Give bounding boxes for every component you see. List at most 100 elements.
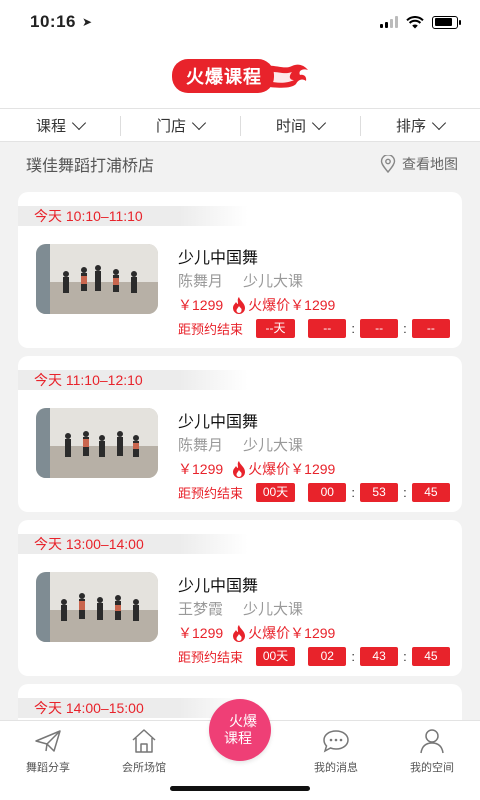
countdown-seconds: 45 [411, 646, 450, 666]
class-photo [36, 244, 158, 314]
filter-sort-label: 排序 [395, 117, 426, 135]
session-card[interactable]: 今天 10:10–11:10 少儿中国舞 陈舞月 少儿大课 ￥1299 火爆价 … [18, 192, 462, 348]
status-bar: 10:16 ➤ [0, 0, 480, 44]
fire-icon [233, 625, 246, 642]
countdown-hours: 02 [308, 646, 347, 666]
countdown-separator: : [351, 484, 355, 500]
original-price: ￥1299 [178, 625, 224, 641]
tab-venue-label: 会所场馆 [122, 762, 166, 774]
countdown-label: 距预约结束 [178, 321, 244, 337]
countdown-days: 00天 [256, 646, 295, 666]
chevron-down-icon [71, 115, 87, 130]
session-info: 少儿中国舞 陈舞月 少儿大课 ￥1299 火爆价 ￥1299 距预约结束 00天… [178, 408, 450, 502]
filter-sort[interactable]: 排序 [360, 109, 480, 141]
hot-price-label: 火爆价 [248, 625, 291, 641]
price-row: ￥1299 火爆价 ￥1299 [178, 294, 450, 316]
course-name: 少儿中国舞 [178, 578, 259, 595]
countdown-seconds: 45 [411, 482, 450, 502]
chevron-down-icon [311, 115, 327, 130]
signal-icon [380, 16, 398, 28]
session-meta: 王梦霞 少儿大课 [178, 598, 450, 620]
session-meta: 陈舞月 少儿大课 [178, 270, 450, 292]
hot-price: ￥1299 [290, 625, 336, 641]
app-screen: 10:16 ➤ 火爆课程 课程 门店 时间 排序 璞佳舞蹈打浦桥店 查看地图 今… [0, 0, 480, 800]
view-map-label: 查看地图 [402, 156, 458, 172]
filter-course-label: 课程 [35, 117, 66, 135]
teacher-name: 王梦霞 [178, 601, 224, 618]
filter-course[interactable]: 课程 [0, 109, 120, 141]
store-row: 璞佳舞蹈打浦桥店 查看地图 [0, 142, 480, 186]
countdown-label: 距预约结束 [178, 485, 244, 501]
wifi-icon [406, 15, 424, 28]
class-photo [36, 408, 158, 478]
chevron-down-icon [431, 115, 447, 130]
countdown-separator: : [351, 320, 355, 336]
fire-icon [233, 461, 246, 478]
countdown-separator: : [403, 484, 407, 500]
page-header: 火爆课程 [0, 44, 480, 108]
countdown-separator: : [403, 648, 407, 664]
home-icon [132, 729, 156, 753]
filter-time-label: 时间 [275, 117, 306, 135]
chevron-down-icon [191, 115, 207, 130]
user-icon [420, 729, 444, 754]
session-time: 今天 11:10–12:10 [18, 370, 248, 390]
view-map-link[interactable]: 查看地图 [380, 154, 458, 174]
hot-price: ￥1299 [290, 461, 336, 477]
teacher-name: 陈舞月 [178, 437, 224, 454]
session-card[interactable]: 今天 13:00–14:00 少儿中国舞 王梦霞 少儿大课 ￥1299 火爆价 … [18, 520, 462, 676]
hot-price: ￥1299 [290, 297, 336, 313]
price-row: ￥1299 火爆价 ￥1299 [178, 458, 450, 480]
hot-price-label: 火爆价 [248, 461, 291, 477]
booking-countdown: 距预约结束 00天 02 : 43 : 45 [178, 646, 450, 666]
tab-dance-share[interactable]: 舞蹈分享 [0, 721, 96, 800]
teacher-name: 陈舞月 [178, 273, 224, 290]
countdown-days: 00天 [256, 482, 295, 502]
hot-courses-line2: 课程 [224, 730, 252, 746]
countdown-minutes: 53 [359, 482, 399, 502]
status-time: 10:16 [30, 12, 76, 31]
course-name: 少儿中国舞 [178, 250, 259, 267]
logo-text: 火爆课程 [172, 59, 274, 93]
tab-my-space[interactable]: 我的空间 [384, 721, 480, 800]
session-info: 少儿中国舞 陈舞月 少儿大课 ￥1299 火爆价 ￥1299 距预约结束 --天… [178, 244, 450, 338]
battery-icon [432, 15, 461, 29]
countdown-separator: : [403, 320, 407, 336]
countdown-hours: 00 [308, 482, 347, 502]
location-arrow-icon: ➤ [81, 15, 93, 29]
countdown-separator: : [351, 648, 355, 664]
hot-courses-button[interactable]: 火爆 课程 [209, 699, 271, 761]
countdown-hours: -- [308, 318, 347, 338]
session-card[interactable]: 今天 11:10–12:10 少儿中国舞 陈舞月 少儿大课 ￥1299 火爆价 … [18, 356, 462, 512]
tab-messages-label: 我的消息 [314, 762, 358, 774]
session-time: 今天 10:10–11:10 [18, 206, 248, 226]
countdown-seconds: -- [411, 318, 450, 338]
hot-courses-logo: 火爆课程 [172, 59, 308, 93]
booking-countdown: 距预约结束 --天 -- : -- : -- [178, 318, 450, 338]
session-time: 今天 13:00–14:00 [18, 534, 248, 554]
store-name: 璞佳舞蹈打浦桥店 [26, 158, 155, 175]
chat-bubble-icon [323, 730, 349, 753]
session-meta: 陈舞月 少儿大课 [178, 434, 450, 456]
status-icons [380, 15, 461, 29]
session-info: 少儿中国舞 王梦霞 少儿大课 ￥1299 火爆价 ￥1299 距预约结束 00天… [178, 572, 450, 666]
filter-bar: 课程 门店 时间 排序 [0, 108, 480, 142]
class-photo [36, 572, 158, 642]
hot-price-label: 火爆价 [248, 297, 291, 313]
class-type: 少儿大课 [243, 437, 304, 454]
original-price: ￥1299 [178, 297, 224, 313]
filter-store[interactable]: 门店 [120, 109, 240, 141]
tab-my-space-label: 我的空间 [410, 762, 454, 774]
countdown-label: 距预约结束 [178, 649, 244, 665]
original-price: ￥1299 [178, 461, 224, 477]
filter-store-label: 门店 [155, 117, 186, 135]
paper-plane-icon [35, 730, 61, 752]
price-row: ￥1299 火爆价 ￥1299 [178, 622, 450, 644]
filter-time[interactable]: 时间 [240, 109, 360, 141]
booking-countdown: 距预约结束 00天 00 : 53 : 45 [178, 482, 450, 502]
class-type: 少儿大课 [243, 601, 304, 618]
tab-dance-share-label: 舞蹈分享 [26, 762, 70, 774]
countdown-minutes: -- [359, 318, 399, 338]
course-name: 少儿中国舞 [178, 414, 259, 431]
class-type: 少儿大课 [243, 273, 304, 290]
